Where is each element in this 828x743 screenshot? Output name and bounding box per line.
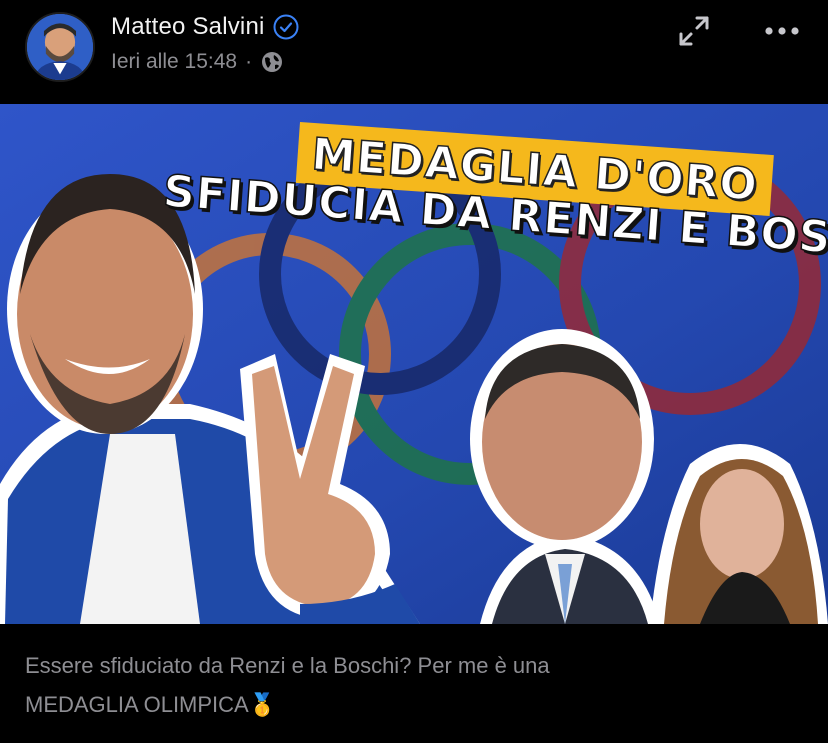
- verified-badge-icon: [273, 14, 299, 40]
- expand-icon[interactable]: [677, 14, 711, 48]
- post-timestamp[interactable]: Ieri alle 15:48: [111, 50, 237, 74]
- more-icon[interactable]: [763, 16, 801, 46]
- caption-line2: MEDAGLIA OLIMPICA: [25, 692, 249, 717]
- caption-line1: Essere sfiduciato da Renzi e la Boschi? …: [25, 653, 550, 678]
- gold-medal-icon: 🥇: [248, 692, 277, 717]
- meta-separator: ·: [245, 50, 253, 73]
- author-name[interactable]: Matteo Salvini: [111, 13, 265, 41]
- globe-icon: [262, 52, 283, 72]
- caption-line2-row: MEDAGLIA OLIMPICA🥇: [25, 685, 805, 724]
- avatar[interactable]: [25, 12, 95, 82]
- post-caption: Essere sfiduciato da Renzi e la Boschi? …: [25, 646, 805, 724]
- post-image[interactable]: MEDAGLIA D'ORO SFIDUCIA DA RENZI E BOSCH…: [0, 104, 828, 624]
- post-header: Matteo Salvini Ieri alle 15:48 ·: [0, 0, 828, 104]
